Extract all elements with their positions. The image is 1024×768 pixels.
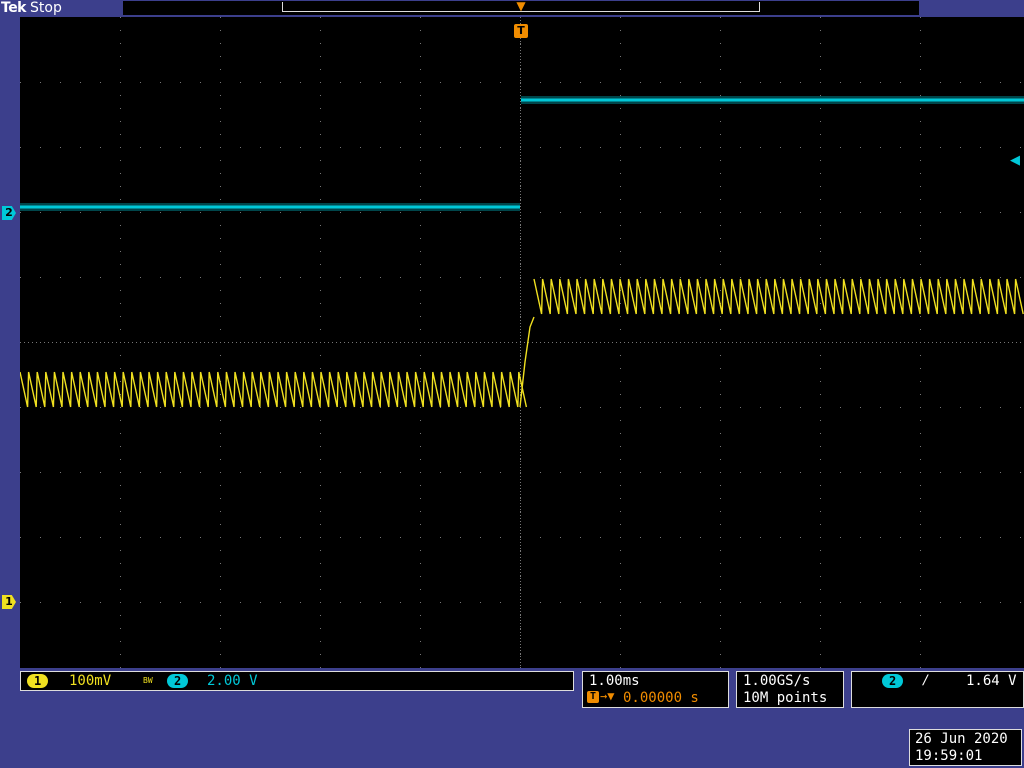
trigger-delay[interactable]: 0.00000 s [623,690,699,706]
acquisition-state[interactable]: Stop [30,0,62,16]
trigger-marker[interactable]: T [514,24,528,38]
trigger-level[interactable]: 1.64 V [966,673,1017,689]
time-per-division[interactable]: 1.00ms [589,673,640,689]
grid [20,17,1021,668]
channel-2-ground-marker[interactable]: 2 [2,206,16,220]
horizontal-settings-panel[interactable]: 1.00ms T →▼ 0.00000 s [582,671,729,708]
date: 26 Jun 2020 [915,731,1008,747]
rising-edge-icon: ∕ [922,673,930,688]
acquisition-status: Tek Stop [1,0,62,16]
record-length[interactable]: 10M points [743,690,827,706]
vertical-settings-panel[interactable]: 1 100mV BW 2 2.00 V [20,671,574,691]
channel-2-badge[interactable]: 2 [167,674,189,688]
waveform-graticule[interactable] [20,17,1024,668]
channel-1-badge[interactable]: 1 [27,674,49,688]
delay-arrow-icon: →▼ [600,689,615,703]
trigger-settings-panel[interactable]: 2 ∕ 1.64 V [851,671,1024,708]
time: 19:59:01 [915,748,983,764]
trigger-source-badge[interactable]: 2 [882,674,904,688]
sample-rate: 1.00GS/s [743,673,811,689]
graticule-svg [20,17,1024,668]
channel-1-scale[interactable]: 100mV [69,673,111,689]
top-status-bar: Tek Stop ▼ [0,0,1024,17]
acquisition-panel[interactable]: 1.00GS/s 10M points [736,671,844,708]
channel-1-ground-marker[interactable]: 1 [2,595,16,609]
channel-2-scale[interactable]: 2.00 V [207,673,258,689]
bandwidth-limit-icon: BW [143,676,153,685]
channel-2-waveform [20,96,1024,211]
trigger-icon: T [587,691,599,703]
brand-logo: Tek [1,0,27,16]
datetime-panel: 26 Jun 2020 19:59:01 [909,729,1022,766]
trigger-level-arrow[interactable]: ◀ [1010,153,1020,168]
